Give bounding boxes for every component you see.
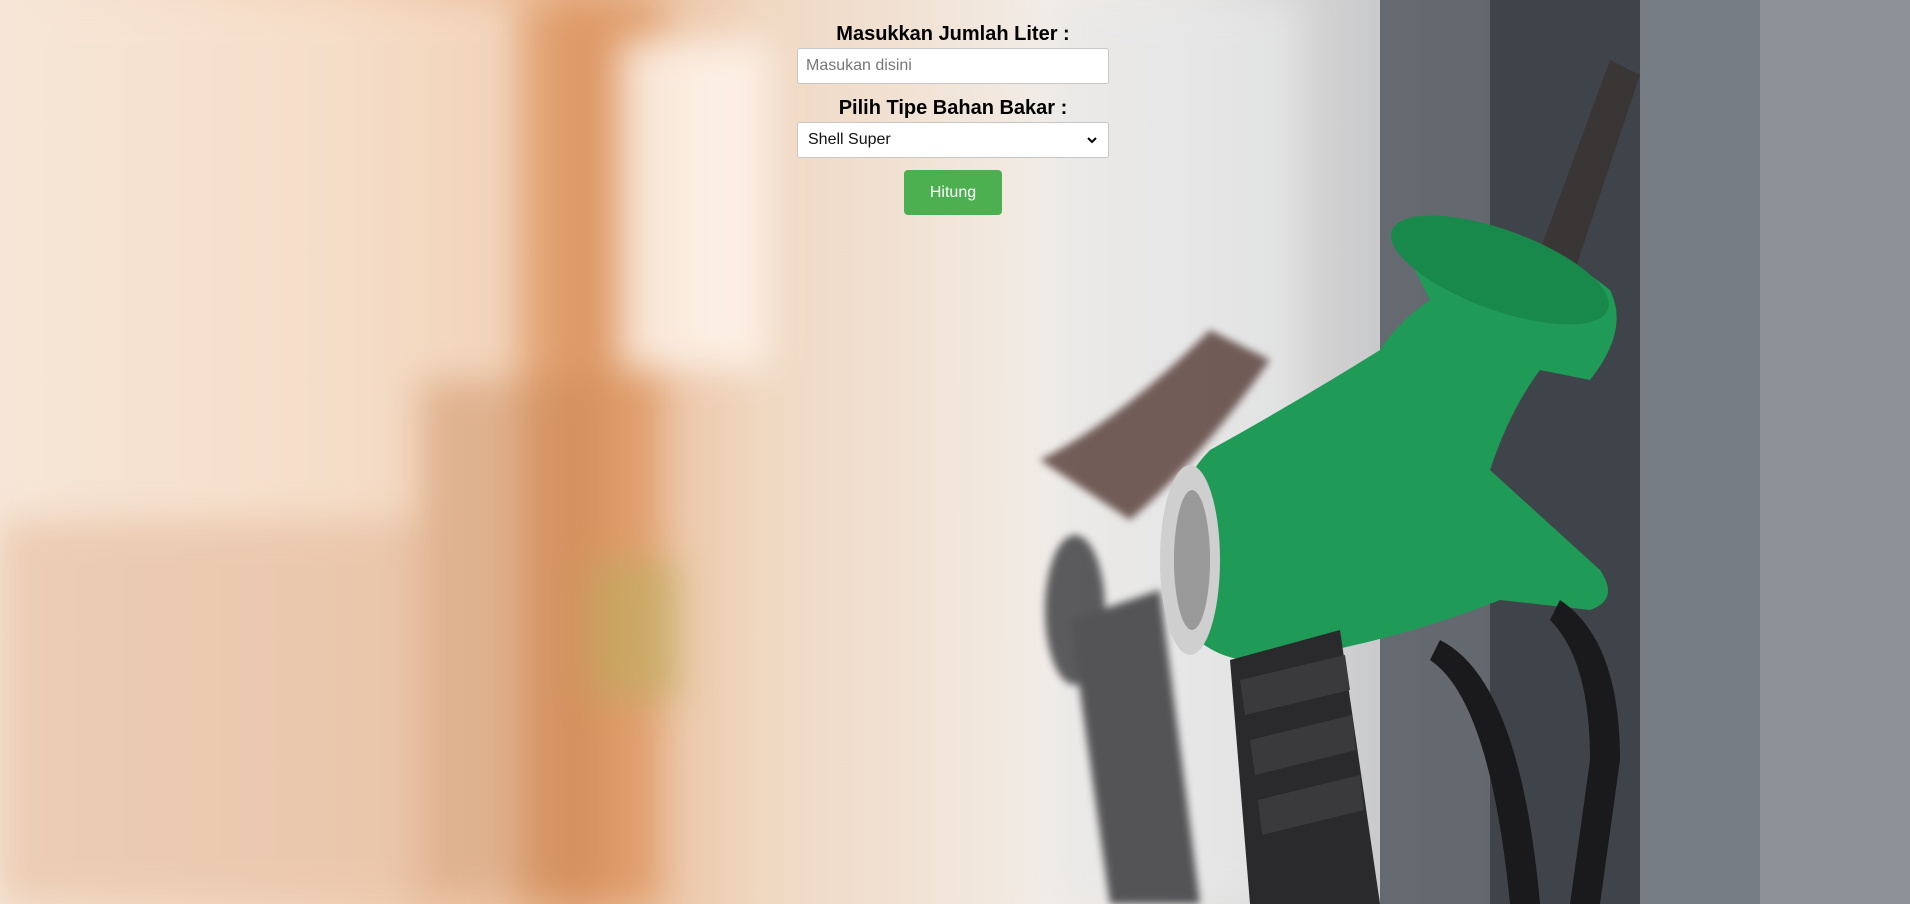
fuel-type-selected-value: Shell Super — [808, 131, 891, 148]
liters-input[interactable] — [797, 48, 1109, 84]
calculate-button[interactable]: Hitung — [904, 170, 1002, 215]
liters-label: Masukkan Jumlah Liter : — [836, 23, 1070, 45]
fuel-type-label: Pilih Tipe Bahan Bakar : — [838, 97, 1068, 119]
fuel-calculator-form: Masukkan Jumlah Liter : Pilih Tipe Bahan… — [797, 20, 1109, 215]
fuel-type-select[interactable]: Shell Super — [797, 122, 1109, 158]
chevron-down-icon — [1087, 137, 1097, 144]
